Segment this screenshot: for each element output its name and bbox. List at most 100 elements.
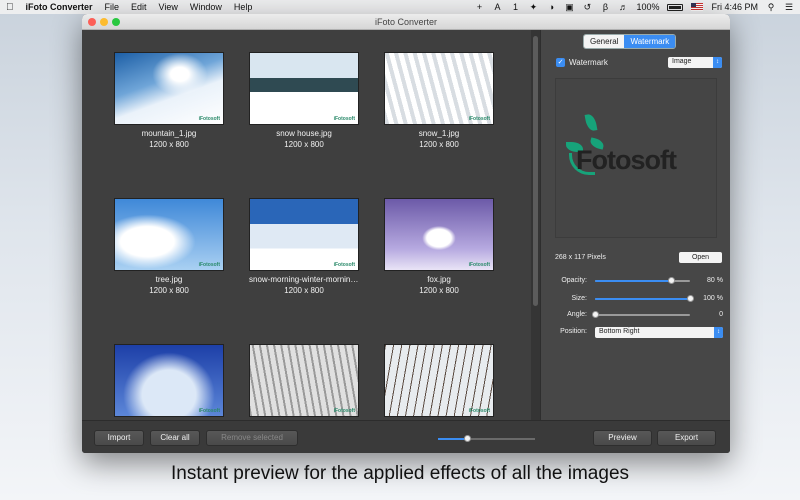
menu-app-name[interactable]: iFoto Converter <box>26 2 93 12</box>
clock[interactable]: Fri 4:46 PM <box>711 2 758 12</box>
size-slider[interactable] <box>595 295 694 302</box>
thumbnail-filename: mountain_1.jpg <box>141 129 197 138</box>
thumbnail-filename: fox.jpg <box>427 275 451 284</box>
menu-view[interactable]: View <box>159 2 178 12</box>
menu-edit[interactable]: Edit <box>131 2 147 12</box>
thumbnail-watermark: iFotosoft <box>198 262 220 268</box>
watermark-checkbox-label: Watermark <box>569 58 608 67</box>
logo-text: Fotosoft <box>576 145 677 175</box>
image-grid: iFotosoft mountain_1.jpg 1200 x 800 iFotoso… <box>82 30 531 420</box>
thumbnail-filename: snow_1.jpg <box>418 129 460 138</box>
position-select[interactable]: Bottom Right ↕ <box>595 327 723 338</box>
bluetooth-b-icon[interactable]: β <box>600 2 610 12</box>
volume-icon[interactable]: ♬ <box>618 2 628 12</box>
notification-badge-icon[interactable]: 1 <box>510 2 520 12</box>
tab-watermark[interactable]: Watermark <box>624 35 676 48</box>
image-thumbnail[interactable]: iFotosoft fox.jpg 1200 x 800 <box>384 198 494 295</box>
image-thumbnail[interactable]: iFotosoft snow_1.jpg 1200 x 800 <box>384 52 494 149</box>
panel-tabs: General Watermark <box>583 34 677 49</box>
apple-icon[interactable]:  <box>6 2 14 13</box>
thumbnail-image[interactable]: iFotosoft <box>384 198 494 271</box>
menu-help[interactable]: Help <box>234 2 253 12</box>
zoom-slider-knob[interactable] <box>464 435 472 442</box>
export-button[interactable]: Export <box>657 430 716 446</box>
title-bar: iFoto Converter <box>82 14 730 30</box>
image-thumbnail[interactable]: iFotosoft snow house.jpg 1200 x 800 <box>249 52 359 149</box>
angle-label: Angle: <box>567 311 587 318</box>
display-icon[interactable]: ▣ <box>564 2 574 12</box>
import-button[interactable]: Import <box>94 430 144 446</box>
time-machine-icon[interactable]: ↺ <box>582 2 592 12</box>
menu-list-icon[interactable]: ☰ <box>784 2 794 12</box>
minimize-window-button[interactable] <box>100 17 108 26</box>
grid-scrollbar[interactable] <box>531 30 540 420</box>
thumbnail-dimensions: 1200 x 800 <box>149 286 189 295</box>
window-title: iFoto Converter <box>374 16 438 27</box>
scrollbar-thumb[interactable] <box>533 36 538 306</box>
thumbnail-dimensions: 1200 x 800 <box>419 286 459 295</box>
thumbnail-watermark: iFotosoft <box>333 408 355 414</box>
image-thumbnail[interactable]: iFotosoft mountain_1.jpg 1200 x 800 <box>114 52 224 149</box>
app-window: iFoto Converter iFotosoft mountain_1.jpg 1… <box>82 14 730 453</box>
thumbnail-watermark: iFotosoft <box>468 116 490 122</box>
size-slider-knob[interactable] <box>687 295 694 302</box>
chevron-updown-icon: ↕ <box>713 57 722 68</box>
close-window-button[interactable] <box>88 17 96 26</box>
thumbnail-filename: snow-morning-winter-morning-... <box>249 275 359 284</box>
zoom-slider-fill <box>438 438 468 440</box>
wifi-icon[interactable]: ◑ <box>546 2 556 12</box>
thumbnail-image[interactable]: iFotosoft <box>249 198 359 271</box>
watermark-preview: Fotosoft <box>555 78 717 238</box>
watermark-type-value: Image <box>672 58 692 65</box>
thumbnail-filename: tree.jpg <box>155 275 183 284</box>
position-value: Bottom Right <box>599 328 640 335</box>
thumbnail-watermark: iFotosoft <box>333 262 355 268</box>
opacity-label: Opacity: <box>561 277 587 284</box>
image-thumbnail[interactable]: iFotosoft <box>114 344 224 417</box>
size-value: 100 % <box>703 295 723 302</box>
thumbnail-image[interactable]: iFotosoft <box>114 198 224 271</box>
opacity-slider-fill <box>595 280 671 282</box>
bottom-toolbar: Import Clear all Remove selected Preview… <box>82 420 730 453</box>
image-thumbnail[interactable]: iFotosoft tree.jpg 1200 x 800 <box>114 198 224 295</box>
image-thumbnail[interactable]: iFotosoft snow-morning-winter-morning-...… <box>249 198 359 295</box>
battery-percent: 100% <box>636 2 660 12</box>
status-area: + A 1 ✦ ◑ ▣ ↺ β ♬ 100% Fri 4:46 PM ⚲ ☰ <box>474 2 794 12</box>
thumbnail-image[interactable]: iFotosoft <box>384 52 494 125</box>
watermark-checkbox[interactable]: ✓ <box>556 58 565 67</box>
menu-window[interactable]: Window <box>190 2 222 12</box>
opacity-slider[interactable] <box>595 277 690 284</box>
plus-status-icon[interactable]: + <box>474 2 484 12</box>
tab-general[interactable]: General <box>584 35 625 48</box>
watermark-type-select[interactable]: Image ↕ <box>668 57 722 68</box>
search-icon[interactable]: ⚲ <box>766 2 776 12</box>
thumbnail-image[interactable]: iFotosoft <box>114 52 224 125</box>
size-label: Size: <box>571 295 587 302</box>
bluetooth-icon[interactable]: ✦ <box>528 2 538 12</box>
image-thumbnail[interactable]: iFotosoft <box>249 344 359 417</box>
thumbnail-image[interactable]: iFotosoft <box>114 344 224 417</box>
flag-icon[interactable] <box>691 3 704 11</box>
open-button[interactable]: Open <box>679 252 722 263</box>
angle-slider[interactable] <box>592 311 690 318</box>
preview-button[interactable]: Preview <box>593 430 652 446</box>
zoom-window-button[interactable] <box>112 17 120 26</box>
remove-selected-button[interactable]: Remove selected <box>206 430 298 446</box>
menu-file[interactable]: File <box>105 2 120 12</box>
adobe-status-icon[interactable]: A <box>492 2 502 12</box>
thumbnail-image[interactable]: iFotosoft <box>384 344 494 417</box>
caption-text: Instant preview for the applied effects … <box>170 463 630 484</box>
zoom-slider[interactable] <box>438 435 535 442</box>
thumbnail-image[interactable]: iFotosoft <box>249 52 359 125</box>
image-thumbnail[interactable]: iFotosoft <box>384 344 494 417</box>
opacity-slider-knob[interactable] <box>668 277 675 284</box>
thumbnail-dimensions: 1200 x 800 <box>419 140 459 149</box>
angle-slider-knob[interactable] <box>592 311 599 318</box>
clear-all-button[interactable]: Clear all <box>150 430 200 446</box>
size-slider-fill <box>595 298 690 300</box>
thumbnail-filename: snow house.jpg <box>276 129 332 138</box>
battery-icon[interactable] <box>667 3 684 11</box>
thumbnail-image[interactable]: iFotosoft <box>249 344 359 417</box>
thumbnail-dimensions: 1200 x 800 <box>284 140 324 149</box>
thumbnail-watermark: iFotosoft <box>468 408 490 414</box>
